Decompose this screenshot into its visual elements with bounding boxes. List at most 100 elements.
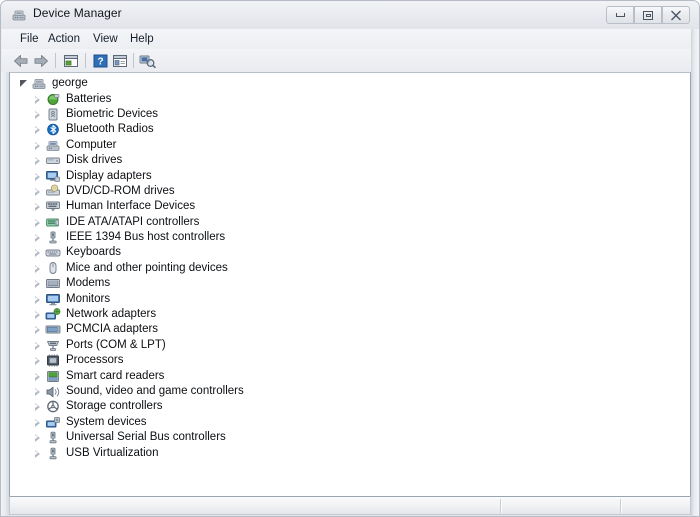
tree-item[interactable]: Disk drives (10, 153, 690, 168)
expander-icon[interactable] (32, 247, 43, 258)
menu-bar: File Action View Help (2, 29, 699, 50)
tree-item-label: Ports (COM & LPT) (66, 338, 166, 351)
mouse-icon (45, 261, 61, 276)
menu-item-view[interactable]: View (87, 32, 124, 46)
expander-icon[interactable] (32, 94, 43, 105)
maximize-button[interactable] (634, 6, 662, 24)
tree-item-label: USB Virtualization (66, 446, 159, 459)
question-mark-icon: ? (93, 54, 107, 67)
tree-item[interactable]: Batteries (10, 91, 690, 106)
firewire-icon (45, 230, 61, 245)
modem-icon (45, 276, 61, 291)
close-button[interactable] (662, 6, 690, 24)
device-tree[interactable]: george Batteries Biometric Devices Bluetoo… (9, 72, 691, 496)
tree-item-label: Disk drives (66, 154, 123, 167)
tree-root-george[interactable]: george (10, 76, 690, 91)
tree-item-label: Bluetooth Radios (66, 123, 154, 136)
tree-item[interactable]: Keyboards (10, 245, 690, 260)
tree-item[interactable]: Smart card readers (10, 368, 690, 383)
speaker-icon (45, 384, 61, 399)
expander-icon[interactable] (32, 355, 43, 366)
ide-controller-icon (45, 215, 61, 230)
status-bar (9, 496, 691, 515)
window-title: Device Manager (33, 6, 122, 20)
tree-item[interactable]: Human Interface Devices (10, 199, 690, 214)
tree-item[interactable]: Storage controllers (10, 399, 690, 414)
minimize-button[interactable] (606, 6, 634, 24)
tree-item-label: Mice and other pointing devices (66, 261, 228, 274)
expander-icon[interactable] (32, 448, 43, 459)
expander-icon[interactable] (32, 417, 43, 428)
toolbar-separator-1 (55, 53, 56, 68)
device-manager-icon (11, 7, 27, 23)
tree-item[interactable]: Sound, video and game controllers (10, 384, 690, 399)
computer-icon (31, 76, 47, 91)
help-button[interactable]: ? (91, 52, 109, 69)
tree-item-label: Computer (66, 138, 117, 151)
tree-item[interactable]: System devices (10, 415, 690, 430)
menu-item-file[interactable]: File (14, 32, 45, 46)
tree-item[interactable]: IEEE 1394 Bus host controllers (10, 230, 690, 245)
tree-item[interactable]: Network adapters (10, 307, 690, 322)
forward-button[interactable] (32, 52, 50, 69)
properties-window-icon (64, 54, 78, 67)
expander-icon[interactable] (32, 324, 43, 335)
disk-drive-icon (45, 153, 61, 168)
expander-icon[interactable] (32, 371, 43, 382)
tree-item[interactable]: USB Virtualization (10, 445, 690, 460)
device-manager-window: Device Manager File Action View Help ? g… (0, 0, 700, 517)
tree-children: Batteries Biometric Devices Bluetooth Radi… (10, 91, 690, 460)
back-button[interactable] (12, 52, 30, 69)
properties-button[interactable] (62, 52, 80, 69)
tree-item[interactable]: DVD/CD-ROM drives (10, 184, 690, 199)
tree-item[interactable]: Monitors (10, 291, 690, 306)
battery-icon (45, 92, 61, 107)
tree-item[interactable]: Bluetooth Radios (10, 122, 690, 137)
expander-icon[interactable] (32, 401, 43, 412)
expander-icon[interactable] (32, 386, 43, 397)
back-arrow-icon (14, 54, 28, 67)
expander-icon[interactable] (32, 232, 43, 243)
show-hidden-devices-button[interactable] (111, 52, 129, 69)
tree-item[interactable]: Ports (COM & LPT) (10, 338, 690, 353)
usb-icon (45, 446, 61, 461)
expander-icon[interactable] (32, 186, 43, 197)
tree-item[interactable]: Universal Serial Bus controllers (10, 430, 690, 445)
tree-item[interactable]: IDE ATA/ATAPI controllers (10, 215, 690, 230)
tree-item-label: Network adapters (66, 308, 157, 321)
pcmcia-card-icon (45, 322, 61, 337)
tree-item[interactable]: Display adapters (10, 168, 690, 183)
expander-icon[interactable] (32, 278, 43, 289)
status-separator-1 (500, 499, 502, 513)
expander-icon[interactable] (32, 309, 43, 320)
scan-hardware-button[interactable] (138, 52, 156, 69)
expander-icon[interactable] (32, 140, 43, 151)
tree-item[interactable]: PCMCIA adapters (10, 322, 690, 337)
expander-icon[interactable] (32, 294, 43, 305)
smart-card-icon (45, 369, 61, 384)
expander-icon[interactable] (32, 432, 43, 443)
tree-item[interactable]: Biometric Devices (10, 107, 690, 122)
tree-item[interactable]: Modems (10, 276, 690, 291)
expander-icon[interactable] (32, 124, 43, 135)
expander-icon[interactable] (32, 155, 43, 166)
title-bar[interactable]: Device Manager (1, 1, 699, 29)
expander-icon[interactable] (18, 78, 29, 89)
tree-item-label: Display adapters (66, 169, 152, 182)
expander-icon[interactable] (32, 340, 43, 351)
tree-item-label: IEEE 1394 Bus host controllers (66, 231, 226, 244)
menu-item-action[interactable]: Action (42, 32, 86, 46)
expander-icon[interactable] (32, 171, 43, 182)
fingerprint-icon (45, 107, 61, 122)
tree-item-label: PCMCIA adapters (66, 323, 159, 336)
bluetooth-icon (45, 122, 61, 137)
tree-item-label: Biometric Devices (66, 107, 159, 120)
expander-icon[interactable] (32, 109, 43, 120)
tree-item[interactable]: Processors (10, 353, 690, 368)
menu-item-help[interactable]: Help (124, 32, 160, 46)
expander-icon[interactable] (32, 217, 43, 228)
tree-item[interactable]: Mice and other pointing devices (10, 261, 690, 276)
tree-item[interactable]: Computer (10, 138, 690, 153)
expander-icon[interactable] (32, 201, 43, 212)
expander-icon[interactable] (32, 263, 43, 274)
